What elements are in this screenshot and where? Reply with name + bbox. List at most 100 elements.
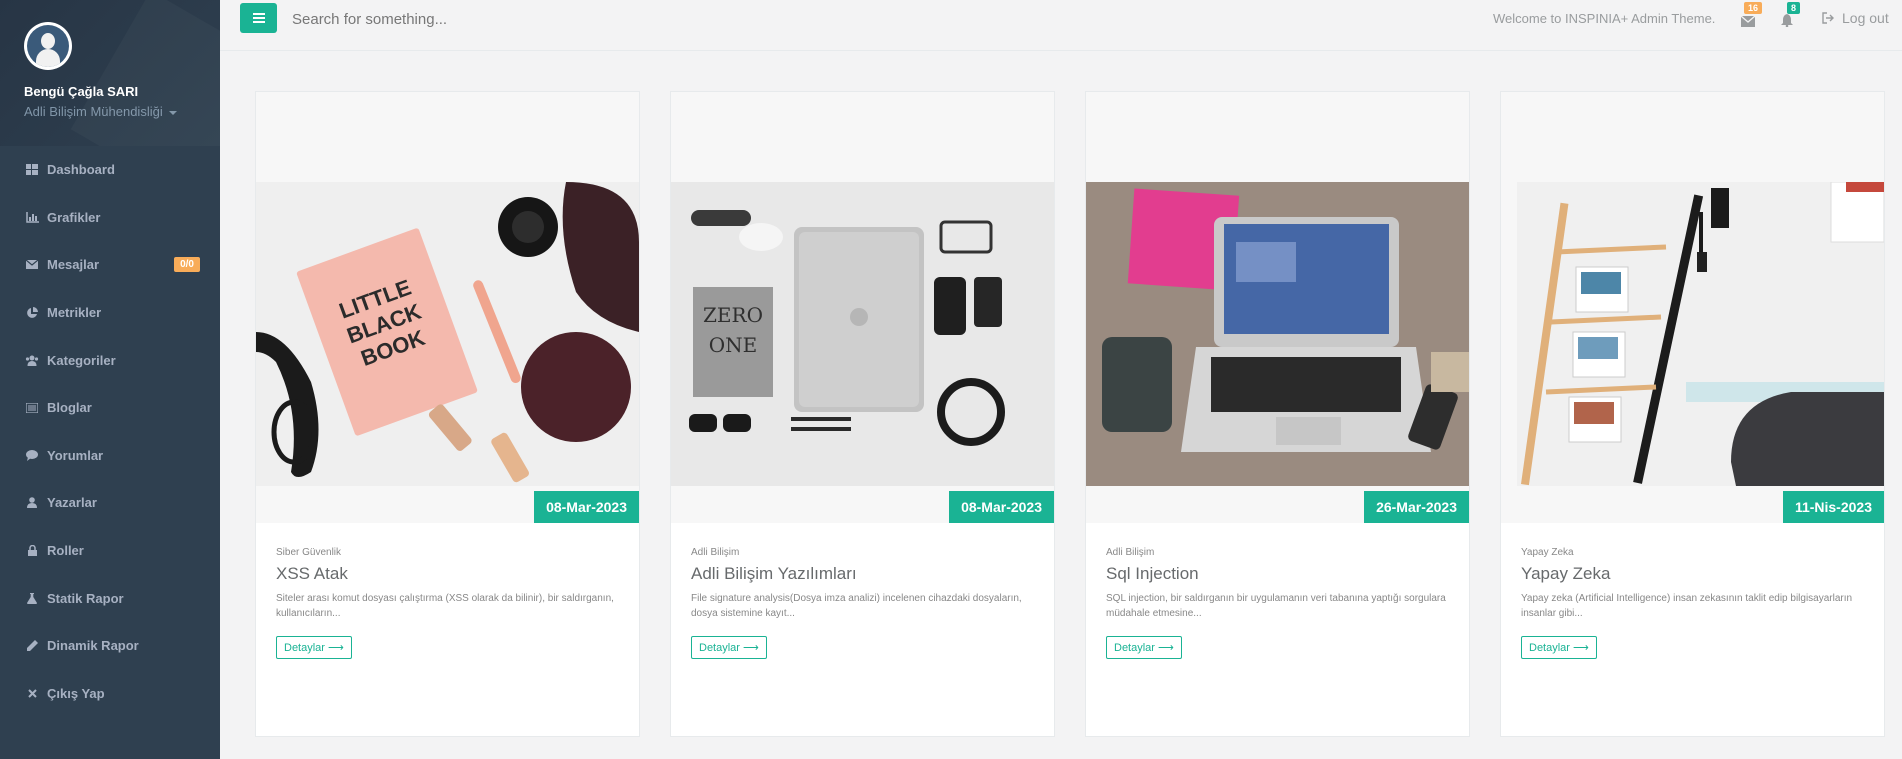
- sidebar-nav: Dashboard Grafikler Mesajlar 0/0 Metrikl…: [0, 146, 220, 717]
- messages-badge: 0/0: [174, 257, 200, 273]
- search-input[interactable]: [292, 6, 692, 32]
- logout-button[interactable]: Log out: [1822, 10, 1889, 26]
- sidebar-item-kategoriler[interactable]: Kategoriler: [0, 336, 220, 384]
- sidebar-item-label: Kategoriler: [47, 352, 116, 368]
- users-icon: [25, 354, 39, 366]
- card-excerpt: Yapay zeka (Artificial Intelligence) ins…: [1521, 593, 1853, 619]
- blog-card: LITTLE BLACK BOOK 08-Mar-2023 Siber Güve…: [255, 91, 640, 737]
- card-media: 26-Mar-2023: [1086, 92, 1469, 523]
- sidebar-item-yazarlar[interactable]: Yazarlar: [0, 479, 220, 527]
- laptop-on-wood-desk-image: [1086, 182, 1469, 486]
- dashboard-icon: [25, 164, 39, 176]
- sidebar-item-label: Metrikler: [47, 305, 102, 321]
- zero-to-one-laptop-flatlay-image: ZERO ONE: [671, 182, 1054, 486]
- hamburger-icon: [252, 13, 265, 23]
- blog-card: 26-Mar-2023 Adli Bilişim Sql Injection S…: [1085, 91, 1470, 737]
- envelope-icon: [25, 259, 39, 271]
- sidebar-item-yorumlar[interactable]: Yorumlar: [0, 432, 220, 480]
- pie-chart-icon: [25, 306, 39, 319]
- card-category: Adli Bilişim: [691, 547, 740, 558]
- bell-icon: [1781, 14, 1793, 28]
- sidebar-item-label: Grafikler: [47, 209, 101, 225]
- comment-icon: [25, 449, 39, 461]
- topbar: Welcome to INSPINIA+ Admin Theme. 16 8 L…: [220, 0, 1902, 51]
- details-button[interactable]: Detaylar ⟶: [1106, 636, 1182, 659]
- card-title[interactable]: XSS Atak: [276, 564, 619, 584]
- sidebar-item-label: Çıkış Yap: [47, 685, 105, 701]
- card-image[interactable]: [1501, 182, 1884, 486]
- sidebar-item-label: Statik Rapor: [47, 590, 124, 606]
- messages-count-badge: 16: [1744, 2, 1763, 14]
- card-media: LITTLE BLACK BOOK 08-Mar-2023: [256, 92, 639, 523]
- blog-card: 11-Nis-2023 Yapay Zeka Yapay Zeka Yapay …: [1500, 91, 1885, 737]
- details-button[interactable]: Detaylar ⟶: [691, 636, 767, 659]
- date-badge: 11-Nis-2023: [1782, 491, 1884, 523]
- sidebar-item-label: Dashboard: [47, 162, 115, 178]
- envelope-icon: [1740, 15, 1756, 27]
- card-media: 11-Nis-2023: [1501, 92, 1884, 523]
- sidebar: Bengü Çağla SARI Adli Bilişim Mühendisli…: [0, 0, 220, 759]
- card-category: Siber Güvenlik: [276, 547, 342, 558]
- avatar[interactable]: [24, 22, 72, 70]
- date-badge: 08-Mar-2023: [534, 491, 639, 523]
- sidebar-item-cikis-yap[interactable]: Çıkış Yap: [0, 670, 220, 718]
- chart-icon: [25, 211, 39, 223]
- card-title[interactable]: Sql Injection: [1106, 564, 1449, 584]
- card-media: ZERO ONE 08-Mar-2023: [671, 92, 1054, 523]
- card-image[interactable]: LITTLE BLACK BOOK: [256, 182, 639, 486]
- card-body: Adli Bilişim Adli Bilişim Yazılımları Fi…: [671, 523, 1054, 659]
- sidebar-item-dinamik-rapor[interactable]: Dinamik Rapor: [0, 622, 220, 670]
- svg-text:ZERO: ZERO: [703, 303, 763, 327]
- card-title[interactable]: Adli Bilişim Yazılımları: [691, 564, 1034, 584]
- sidebar-item-label: Roller: [47, 543, 84, 559]
- sidebar-item-dashboard[interactable]: Dashboard: [0, 146, 220, 194]
- flask-icon: [25, 592, 39, 604]
- profile-name: Bengü Çağla SARI: [24, 84, 139, 99]
- sidebar-item-bloglar[interactable]: Bloglar: [0, 384, 220, 432]
- profile-role-dropdown[interactable]: Adli Bilişim Mühendisliği: [24, 104, 196, 119]
- card-excerpt: File signature analysis(Dosya imza anali…: [691, 593, 1022, 619]
- profile-role-label: Adli Bilişim Mühendisliği: [24, 104, 163, 119]
- date-badge: 26-Mar-2023: [1364, 491, 1469, 523]
- menu-toggle-button[interactable]: [240, 3, 277, 33]
- logout-label: Log out: [1842, 10, 1889, 26]
- details-button[interactable]: Detaylar ⟶: [276, 636, 352, 659]
- sidebar-item-mesajlar[interactable]: Mesajlar 0/0: [0, 241, 220, 289]
- card-category: Yapay Zeka: [1521, 547, 1574, 558]
- details-button[interactable]: Detaylar ⟶: [1521, 636, 1597, 659]
- user-avatar-icon: [27, 25, 69, 67]
- close-icon: [25, 687, 39, 699]
- sidebar-item-metrikler[interactable]: Metrikler: [0, 289, 220, 337]
- ladder-shelf-room-image: [1501, 182, 1884, 486]
- list-icon: [25, 402, 39, 414]
- card-body: Yapay Zeka Yapay Zeka Yapay zeka (Artifi…: [1501, 523, 1884, 659]
- caret-down-icon: [168, 110, 177, 115]
- sidebar-item-label: Dinamik Rapor: [47, 638, 139, 654]
- sidebar-item-label: Yazarlar: [47, 495, 97, 511]
- card-excerpt: SQL injection, bir saldırganın bir uygul…: [1106, 593, 1446, 619]
- sidebar-item-roller[interactable]: Roller: [0, 527, 220, 575]
- svg-text:ONE: ONE: [709, 333, 758, 357]
- card-body: Siber Güvenlik XSS Atak Siteler arası ko…: [256, 523, 639, 659]
- notifications-button[interactable]: [1781, 12, 1797, 28]
- profile-panel: Bengü Çağla SARI Adli Bilişim Mühendisli…: [0, 0, 220, 146]
- card-image[interactable]: ZERO ONE: [671, 182, 1054, 486]
- welcome-text: Welcome to INSPINIA+ Admin Theme.: [1493, 11, 1716, 26]
- card-excerpt: Siteler arası komut dosyası çalıştırma (…: [276, 593, 614, 619]
- card-title[interactable]: Yapay Zeka: [1521, 564, 1864, 584]
- sidebar-item-label: Mesajlar: [47, 257, 100, 273]
- notifications-count-badge: 8: [1787, 2, 1801, 14]
- sidebar-item-grafikler[interactable]: Grafikler: [0, 194, 220, 242]
- card-category: Adli Bilişim: [1106, 547, 1155, 558]
- card-image[interactable]: [1086, 182, 1469, 486]
- user-icon: [25, 497, 39, 509]
- lock-icon: [25, 545, 39, 557]
- sidebar-item-statik-rapor[interactable]: Statik Rapor: [0, 574, 220, 622]
- pencil-icon: [25, 640, 39, 652]
- sidebar-item-label: Bloglar: [47, 400, 92, 416]
- sidebar-item-label: Yorumlar: [47, 447, 104, 463]
- date-badge: 08-Mar-2023: [949, 491, 1054, 523]
- sign-out-icon: [1822, 12, 1834, 24]
- messages-button[interactable]: [1740, 12, 1757, 27]
- card-body: Adli Bilişim Sql Injection SQL injection…: [1086, 523, 1469, 659]
